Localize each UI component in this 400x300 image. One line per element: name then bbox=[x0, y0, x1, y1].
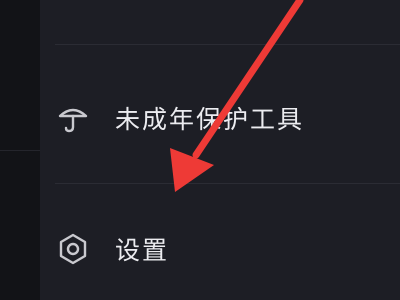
menu-divider bbox=[55, 44, 400, 45]
menu-item-settings[interactable]: 设置 bbox=[55, 221, 385, 277]
background-divider bbox=[0, 150, 40, 151]
menu-divider bbox=[55, 183, 400, 184]
gear-icon bbox=[55, 231, 91, 267]
umbrella-icon bbox=[55, 100, 91, 136]
background-app-edge bbox=[0, 0, 40, 300]
menu-item-minor-protection[interactable]: 未成年保护工具 bbox=[55, 90, 385, 146]
menu-item-label: 设置 bbox=[115, 236, 170, 265]
screen: 未成年保护工具 设置 bbox=[0, 0, 400, 300]
menu-item-label: 未成年保护工具 bbox=[115, 105, 305, 134]
